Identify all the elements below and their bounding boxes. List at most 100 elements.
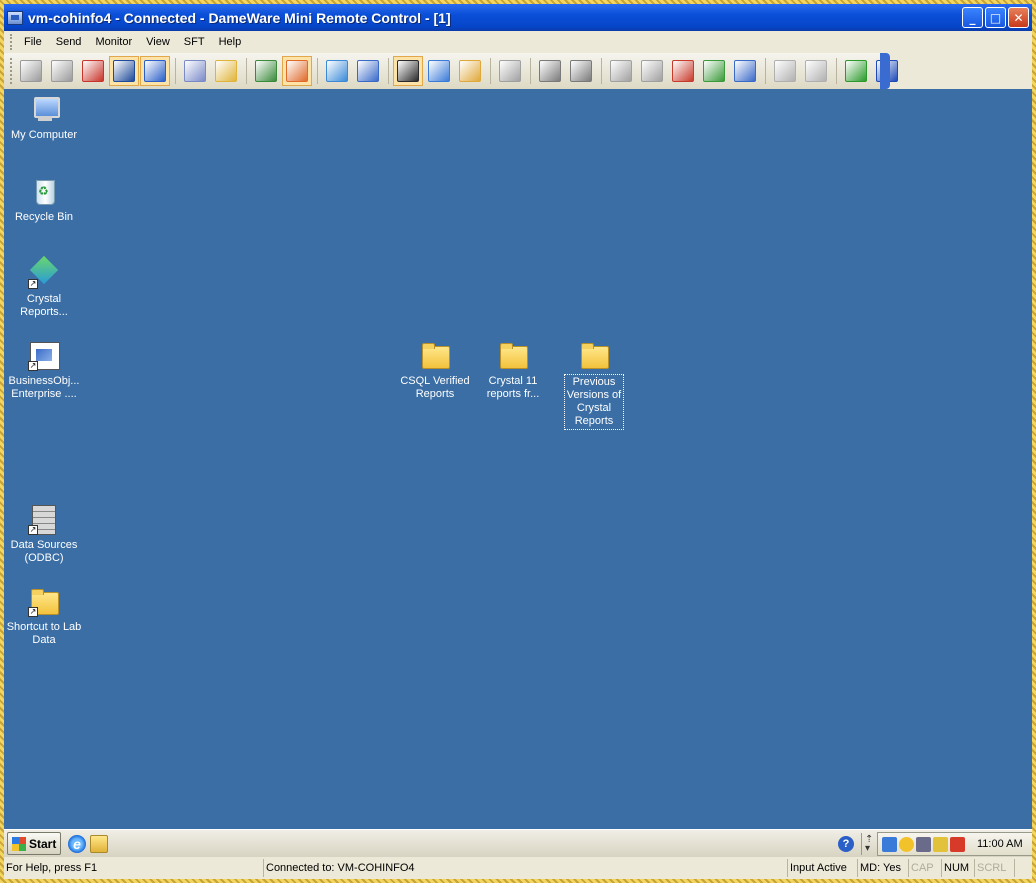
status-bar: For Help, press F1 Connected to: VM-COHI…: [4, 857, 1032, 879]
internet-explorer-icon[interactable]: [68, 835, 86, 853]
desktop-icon-lab-data[interactable]: ↗ Shortcut to Lab Data: [5, 585, 83, 647]
tray-separator: [861, 833, 862, 855]
watch-button[interactable]: [251, 56, 281, 86]
toolbar-separator: [601, 58, 602, 84]
minimize-button[interactable]: _: [962, 7, 983, 28]
menu-send[interactable]: Send: [49, 36, 89, 48]
toolbar-separator: [765, 58, 766, 84]
select-button[interactable]: [353, 56, 383, 86]
chat-icon: [805, 60, 827, 82]
status-md: MD: Yes: [858, 859, 909, 877]
folder-icon: [497, 339, 529, 371]
security-tray-icon[interactable]: [933, 836, 948, 852]
tools-button[interactable]: [455, 56, 485, 86]
print-preview-icon: [570, 60, 592, 82]
lock-button[interactable]: [211, 56, 241, 86]
my-computer-icon: [28, 93, 60, 125]
help-icon[interactable]: ?: [838, 836, 854, 852]
remote-desktop[interactable]: My Computer Recycle Bin ↗ Crystal Report…: [4, 89, 1032, 829]
toolbar-overflow-chevron[interactable]: [880, 53, 890, 89]
app-window: vm-cohinfo4 - Connected - DameWare Mini …: [4, 4, 1032, 879]
move-button[interactable]: [140, 56, 170, 86]
menu-view[interactable]: View: [139, 36, 177, 48]
watch-icon: [255, 60, 277, 82]
folder-icon: [578, 339, 610, 371]
desktop-icon-csql-verified[interactable]: CSQL Verified Reports: [396, 339, 474, 401]
settings-grid-button[interactable]: [424, 56, 454, 86]
network-tray-icon[interactable]: [882, 836, 897, 852]
network-disconnect-button[interactable]: [668, 56, 698, 86]
start-label: Start: [29, 836, 57, 851]
desktop-icon-label: Recycle Bin: [14, 211, 74, 223]
tray-expand-icon[interactable]: ⇡ ▾: [865, 835, 875, 854]
desktop-icon-crystal-reports[interactable]: ↗ Crystal Reports...: [5, 257, 83, 319]
menubar-grip[interactable]: [10, 34, 13, 50]
status-caps: CAP: [909, 859, 942, 877]
folder-send-button[interactable]: [730, 56, 760, 86]
windows-icon: [774, 60, 796, 82]
start-button[interactable]: Start: [7, 832, 61, 855]
status-help-text: For Help, press F1: [4, 859, 264, 877]
maximize-button[interactable]: □: [985, 7, 1006, 28]
print-button[interactable]: [535, 56, 565, 86]
windows-button[interactable]: [770, 56, 800, 86]
disk-button[interactable]: [495, 56, 525, 86]
view-only-icon: [113, 60, 135, 82]
desktop-icon-label: Crystal 11 reports fr...: [486, 375, 540, 400]
status-scroll: SCRL: [975, 859, 1015, 877]
print-preview-button[interactable]: [566, 56, 596, 86]
ctrl-alt-del-button[interactable]: [180, 56, 210, 86]
menu-sft[interactable]: SFT: [177, 36, 212, 48]
view-only-button[interactable]: [109, 56, 139, 86]
network-2-button[interactable]: [637, 56, 667, 86]
update-tray-icon[interactable]: [899, 836, 914, 852]
chat-button[interactable]: [801, 56, 831, 86]
toolbar-separator: [530, 58, 531, 84]
menu-monitor[interactable]: Monitor: [88, 36, 139, 48]
settings-grid-icon: [428, 60, 450, 82]
recycle-bin-icon: [28, 175, 60, 207]
toolbar: [4, 53, 898, 89]
printer-tray-icon[interactable]: [916, 836, 931, 852]
desktop-icon-crystal-11[interactable]: Crystal 11 reports fr...: [474, 339, 552, 401]
disconnect-button[interactable]: [78, 56, 108, 86]
screen-button[interactable]: [282, 56, 312, 86]
fullscreen-button[interactable]: [393, 56, 423, 86]
title-bar[interactable]: vm-cohinfo4 - Connected - DameWare Mini …: [4, 4, 1032, 31]
menu-help[interactable]: Help: [212, 36, 249, 48]
dameware-app-icon[interactable]: [7, 10, 23, 25]
menu-file[interactable]: File: [17, 36, 49, 48]
fullscreen-icon: [397, 60, 419, 82]
toolbar-separator: [490, 58, 491, 84]
desktop-icon-businessobjects[interactable]: ↗ BusinessObj... Enterprise ....: [5, 339, 83, 401]
toolbar-separator: [246, 58, 247, 84]
desktop-icon-label: BusinessObj... Enterprise ....: [8, 375, 80, 400]
folder-transfer-button[interactable]: [699, 56, 729, 86]
toolbar-grip[interactable]: [10, 58, 12, 84]
desktop-icon-data-sources[interactable]: ↗ Data Sources (ODBC): [5, 503, 83, 565]
network-button[interactable]: [606, 56, 636, 86]
crystal-reports-icon: ↗: [28, 257, 60, 289]
menu-bar: File Send Monitor View SFT Help: [4, 31, 1032, 53]
desktop-icon-label: Shortcut to Lab Data: [6, 621, 82, 646]
send-button[interactable]: [47, 56, 77, 86]
info-button[interactable]: [841, 56, 871, 86]
desktop-icon-my-computer[interactable]: My Computer: [5, 93, 83, 142]
clock[interactable]: 11:00 AM: [977, 838, 1023, 850]
odbc-icon: ↗: [28, 503, 60, 535]
desktop-icon-previous-versions[interactable]: Previous Versions of Crystal Reports: [552, 339, 636, 430]
desktop-icon-recycle-bin[interactable]: Recycle Bin: [5, 175, 83, 224]
desktop-icon-label: Data Sources (ODBC): [10, 539, 78, 564]
pointer-button[interactable]: [322, 56, 352, 86]
lock-icon: [215, 60, 237, 82]
connect-button[interactable]: [16, 56, 46, 86]
dameware-tray-icon[interactable]: [950, 836, 965, 852]
shortcut-arrow-icon: ↗: [28, 279, 38, 289]
windows-explorer-icon[interactable]: [90, 835, 108, 853]
folder-transfer-icon: [703, 60, 725, 82]
close-button[interactable]: ✕: [1008, 7, 1029, 28]
disk-icon: [499, 60, 521, 82]
network-2-icon: [641, 60, 663, 82]
shortcut-arrow-icon: ↗: [28, 607, 38, 617]
network-disconnect-icon: [672, 60, 694, 82]
